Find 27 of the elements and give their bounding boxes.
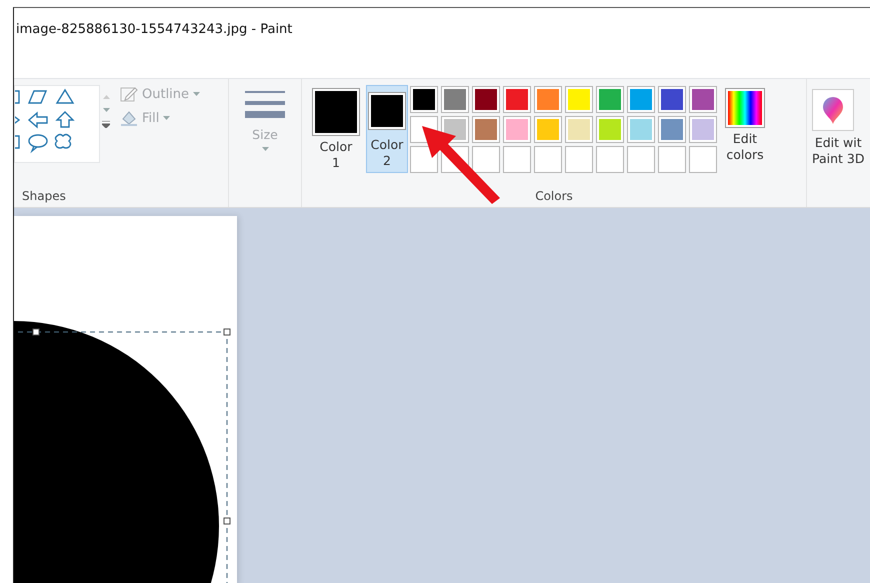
paint-bucket-icon [120, 109, 138, 127]
scroll-down-icon [102, 108, 110, 112]
caret-icon [163, 116, 170, 120]
pencil-icon [120, 85, 138, 103]
color-selector-button[interactable]: Color 2 [366, 85, 408, 173]
more-icon[interactable] [102, 121, 110, 128]
shapes-gallery-drawing[interactable] [14, 85, 100, 163]
color-selector-button[interactable]: Color 1 [310, 85, 362, 175]
empty-palette-swatch[interactable] [596, 146, 624, 173]
empty-palette-swatch[interactable] [658, 146, 686, 173]
edit-colors-button[interactable]: Edit colors [723, 85, 767, 167]
empty-palette-swatch[interactable] [689, 146, 717, 173]
empty-palette-swatch[interactable] [503, 146, 531, 173]
group-label: Shapes [21, 189, 66, 205]
empty-palette-swatch[interactable] [534, 146, 562, 173]
group-label: Colors [535, 189, 573, 205]
empty-palette-swatch[interactable] [410, 146, 438, 173]
color-spectrum-icon [726, 89, 764, 127]
window-title: image-825886130-1554743243.jpg - Paint [16, 22, 292, 37]
empty-palette-swatch[interactable] [627, 146, 655, 173]
empty-palette-swatch[interactable] [565, 146, 593, 173]
caret-icon [193, 92, 200, 96]
caret-icon [262, 147, 268, 151]
scroll-up-icon[interactable] [102, 95, 110, 99]
empty-palette-swatch[interactable] [472, 146, 500, 173]
edit-with-paint-3d-button[interactable]: Edit wit Paint 3D [809, 85, 868, 171]
paint-drop-icon [812, 89, 854, 131]
